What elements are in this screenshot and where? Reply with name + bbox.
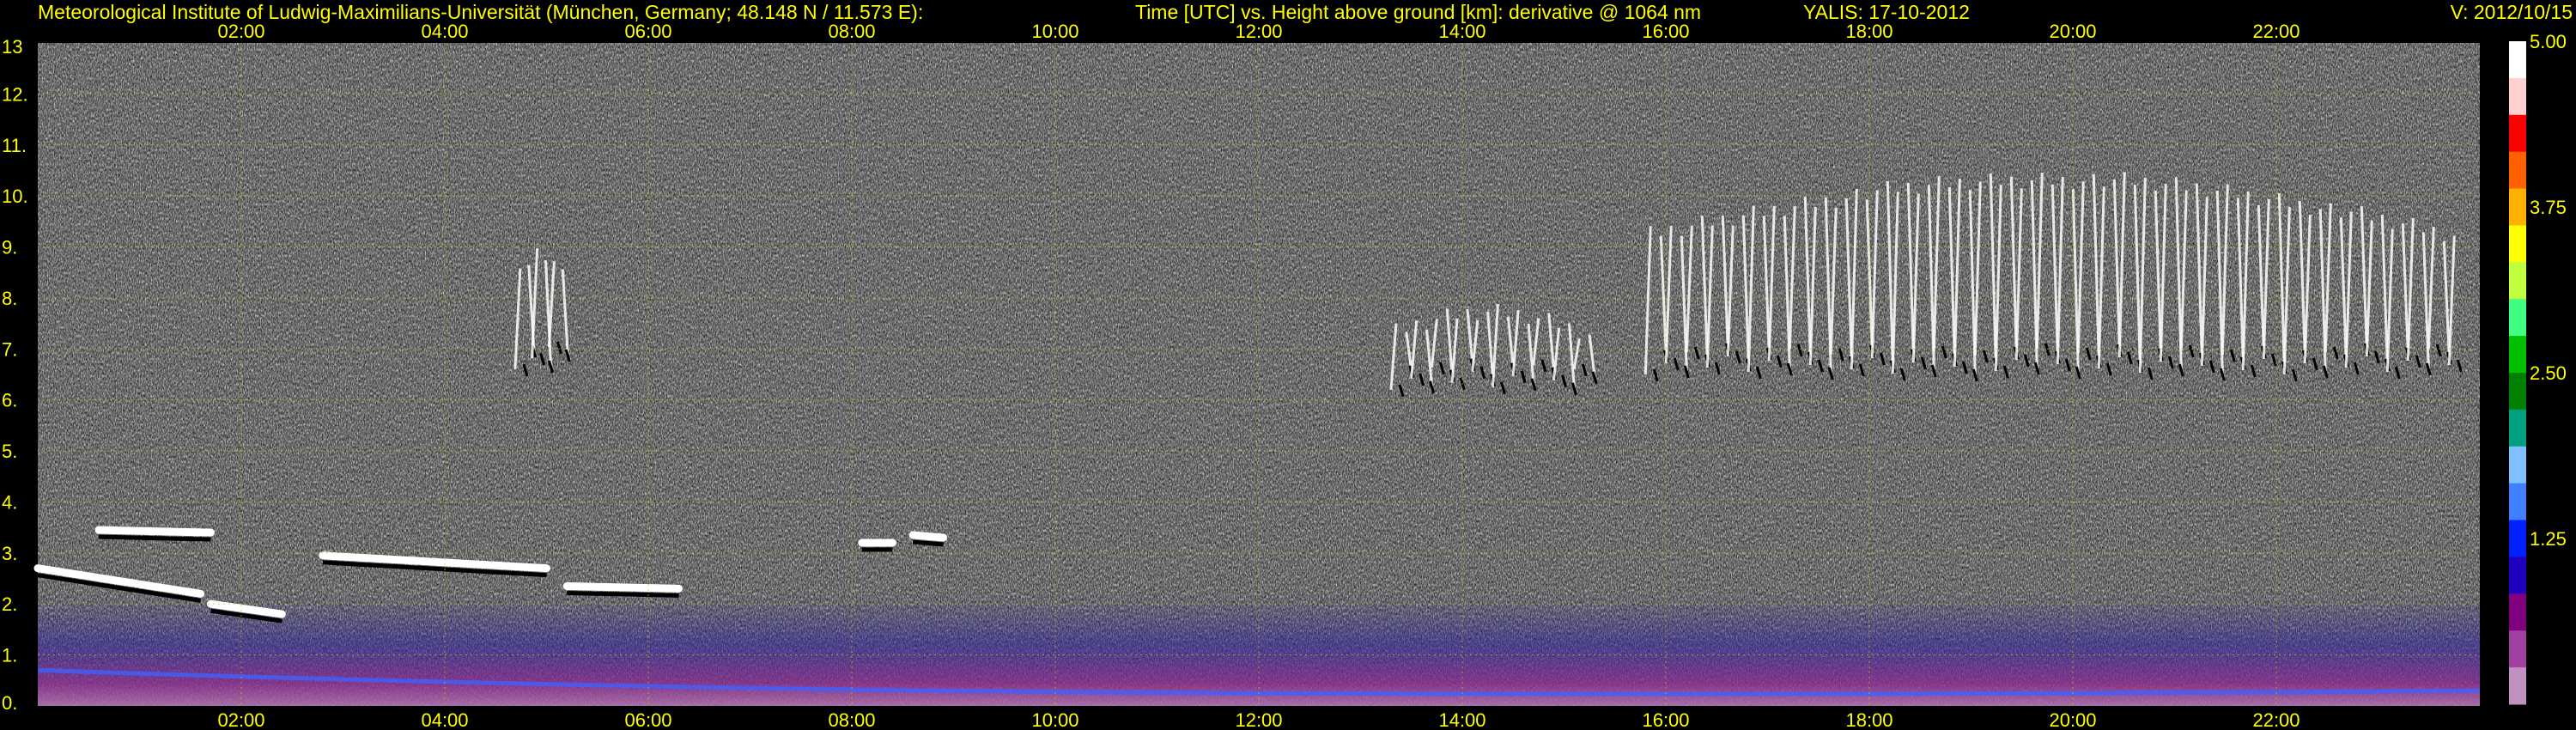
colorbar-segment xyxy=(2509,114,2526,153)
x-tick-top-label: 10:00 xyxy=(1031,21,1078,42)
colorbar-segment xyxy=(2509,630,2526,668)
colorbar-segment xyxy=(2509,151,2526,190)
x-tick-top-label: 16:00 xyxy=(1642,21,1689,42)
y-tick-label: 2. xyxy=(2,593,17,615)
y-tick-label: 0. xyxy=(2,692,17,714)
colorbar-segment xyxy=(2509,41,2526,79)
colorbar-segment xyxy=(2509,77,2526,116)
y-tick-label: 10. xyxy=(2,186,28,207)
colorbar-segment xyxy=(2509,446,2526,484)
y-tick-label: 3. xyxy=(2,543,17,564)
aerosol-layer-1 xyxy=(94,526,215,537)
colorbar-segment xyxy=(2509,188,2526,226)
y-tick-label: 6. xyxy=(2,390,17,411)
aerosol-layer-4 xyxy=(562,581,683,593)
colorbar-segment xyxy=(2509,557,2526,594)
aerosol-layer-shadow-4 xyxy=(567,590,679,598)
x-tick-bottom-label: 20:00 xyxy=(2049,709,2096,730)
x-tick-top-label: 22:00 xyxy=(2252,21,2300,42)
x-tick-bottom-label: 16:00 xyxy=(1642,709,1689,730)
colorbar-segment xyxy=(2509,409,2526,447)
colorbar-segment xyxy=(2509,667,2526,705)
colorbar-tick-label: 5.00 xyxy=(2530,31,2567,52)
x-tick-bottom-label: 10:00 xyxy=(1031,709,1078,730)
x-tick-bottom-label: 18:00 xyxy=(1845,709,1893,730)
y-tick-label: 5. xyxy=(2,441,17,462)
colorbar-segment xyxy=(2509,299,2526,337)
x-tick-bottom-label: 08:00 xyxy=(828,709,875,730)
aerosol-layer-shadow-1 xyxy=(99,534,211,542)
y-tick-label: 9. xyxy=(2,237,17,259)
colorbar-segment xyxy=(2509,225,2526,263)
colorbar xyxy=(2509,41,2526,705)
y-tick-label: 12. xyxy=(2,83,28,105)
y-tick-label: 4. xyxy=(2,491,17,513)
y-tick-label: 11. xyxy=(2,135,27,156)
aerosol-layer-shadow-6 xyxy=(912,539,944,547)
colorbar-tick-label: 1.25 xyxy=(2530,528,2567,550)
x-ticks-bottom: 02:00 04:00 06:00 08:00 10:00 12:00 14:00 16:00… xyxy=(217,709,2300,730)
colorbar-ticks: 5.00 3.75 2.50 1.25 xyxy=(2530,31,2567,550)
x-tick-bottom-label: 04:00 xyxy=(421,709,468,730)
colorbar-segment xyxy=(2509,483,2526,521)
x-tick-top-label: 20:00 xyxy=(2049,21,2096,42)
x-ticks-top: 02:00 04:00 06:00 08:00 10:00 12:00 14:00 16:00… xyxy=(217,21,2300,42)
colorbar-segment xyxy=(2509,373,2526,411)
colorbar-tick-label: 2.50 xyxy=(2530,362,2567,384)
x-tick-bottom-label: 06:00 xyxy=(624,709,671,730)
colorbar-segment xyxy=(2509,520,2526,557)
y-ticks: 0. 1. 2. 3. 4. 5. 6. 7. 8. 9. 10. 11. 12. 13 xyxy=(2,36,28,714)
x-tick-top-label: 18:00 xyxy=(1845,21,1893,42)
x-tick-top-label: 12:00 xyxy=(1235,21,1282,42)
x-tick-bottom-label: 12:00 xyxy=(1235,709,1282,730)
y-tick-label: 1. xyxy=(2,645,17,666)
lidar-chart: 02:00 04:00 06:00 08:00 10:00 12:00 14:00 16:00… xyxy=(2,21,2567,730)
y-tick-label: 8. xyxy=(2,288,17,309)
x-tick-top-label: 08:00 xyxy=(828,21,875,42)
x-tick-top-label: 02:00 xyxy=(217,21,264,42)
y-tick-label: 13 xyxy=(2,36,22,58)
x-tick-top-label: 14:00 xyxy=(1438,21,1485,42)
y-tick-label: 7. xyxy=(2,338,17,360)
colorbar-segment xyxy=(2509,336,2526,374)
x-tick-bottom-label: 14:00 xyxy=(1438,709,1485,730)
colorbar-tick-label: 3.75 xyxy=(2530,197,2567,218)
colorbar-segment xyxy=(2509,593,2526,631)
x-tick-top-label: 04:00 xyxy=(421,21,468,42)
x-tick-top-label: 06:00 xyxy=(624,21,671,42)
x-tick-bottom-label: 02:00 xyxy=(217,709,264,730)
aerosol-layer-6 xyxy=(908,531,948,542)
colorbar-segment xyxy=(2509,262,2526,300)
x-tick-bottom-label: 22:00 xyxy=(2252,709,2300,730)
